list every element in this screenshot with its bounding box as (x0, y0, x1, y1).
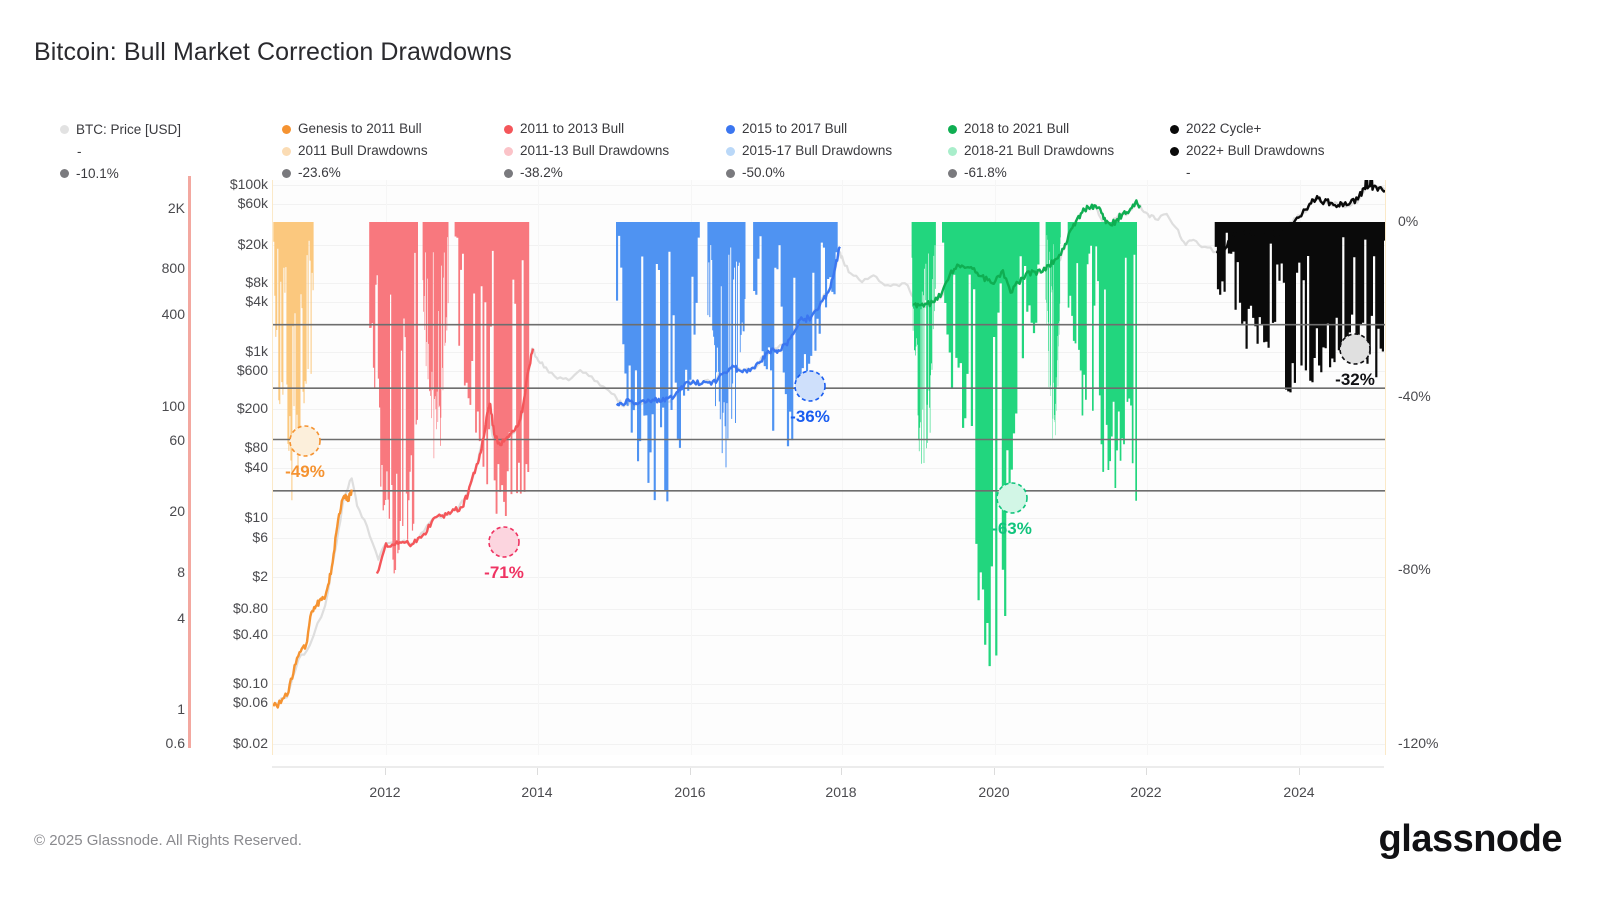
x-axis-tick-label: 2018 (825, 784, 857, 800)
legend-label-drawdown-3: 2018-21 Bull Drawdowns (964, 143, 1115, 158)
brand-logo: glassnode (1378, 818, 1563, 860)
annotation-marker-0[interactable] (289, 425, 321, 457)
x-axis-tick-label: 2020 (978, 784, 1010, 800)
annotation-label-4: -32% (1335, 370, 1375, 389)
legend-item-drawdown-1[interactable]: 2011-13 Bull Drawdowns (504, 140, 726, 162)
legend-item-bull-4[interactable]: 2022 Cycle+ (1170, 118, 1392, 140)
legend-swatch-bull-1 (504, 124, 513, 134)
annotation-marker-3[interactable] (996, 482, 1028, 514)
x-axis: 2012 2014 2016 2018 2020 2022 2024 (272, 768, 1384, 808)
x-axis-tick (1299, 768, 1300, 775)
legend-swatch-drawdown-0 (282, 146, 291, 156)
x-axis-tick (994, 768, 995, 775)
annotation-marker-4[interactable] (1339, 333, 1371, 365)
annotation-label-1: -71% (484, 563, 524, 582)
legend-swatch-bull-4 (1170, 124, 1179, 134)
drawdown-area-2011 (273, 222, 314, 501)
plot-area[interactable]: -49% -71% -36% -63% -32% (272, 180, 1386, 755)
legend-label-bull-0: Genesis to 2011 Bull (298, 121, 422, 136)
x-axis-tick (385, 768, 386, 775)
page-title: Bitcoin: Bull Market Correction Drawdown… (34, 38, 512, 66)
drawdown-area-2011-13-a (369, 222, 418, 574)
legend-item-drawdown-3[interactable]: 2018-21 Bull Drawdowns (948, 140, 1170, 162)
x-axis-tick-label: 2012 (369, 784, 401, 800)
legend-label-bull-3: 2018 to 2021 Bull (964, 121, 1070, 136)
legend-label-bull-4: 2022 Cycle+ (1186, 121, 1262, 136)
annotation-marker-2[interactable] (794, 370, 826, 402)
annotation-label-0: -49% (285, 462, 325, 481)
drawdown-area-2018-21-d (1067, 222, 1137, 501)
annotation-label-2: -36% (790, 407, 830, 426)
chart-svg: -49% -71% -36% -63% -32% (273, 180, 1385, 755)
annotation-label-3: -63% (992, 519, 1032, 538)
drawdown-area-2015-17-b (707, 222, 746, 468)
x-axis-tick-label: 2024 (1283, 784, 1315, 800)
legend-label-bull-2: 2015 to 2017 Bull (742, 121, 848, 136)
legend-swatch-bull-0 (282, 124, 291, 134)
legend-swatch-drawdown-2 (726, 146, 735, 156)
x-axis-tick-label: 2022 (1130, 784, 1162, 800)
annotation-marker-1[interactable] (488, 526, 520, 558)
legend-item-bull-0[interactable]: Genesis to 2011 Bull (282, 118, 504, 140)
drawdown-area-2018-21-a (911, 222, 936, 464)
x-axis-tick (841, 768, 842, 775)
drawdown-area-2015-17-a (616, 222, 700, 502)
legend-label-btc-price: BTC: Price [USD] (76, 121, 182, 137)
legend-item-drawdown-4[interactable]: 2022+ Bull Drawdowns (1170, 140, 1392, 162)
legend-item-bull-3[interactable]: 2018 to 2021 Bull (948, 118, 1170, 140)
legend-label-drawdown-4: 2022+ Bull Drawdowns (1186, 143, 1325, 158)
chart-card: Bitcoin: Bull Market Correction Drawdown… (0, 0, 1600, 901)
legend-item-btc-price-value: - (60, 140, 260, 162)
x-axis-tick-label: 2014 (521, 784, 553, 800)
legend-label-drawdown-0: 2011 Bull Drawdowns (298, 143, 428, 158)
legend-swatch-drawdown-4 (1170, 146, 1179, 156)
legend-item-btc-price[interactable]: BTC: Price [USD] (60, 118, 260, 140)
legend-label-drawdown-2: 2015-17 Bull Drawdowns (742, 143, 893, 158)
copyright-text: © 2025 Glassnode. All Rights Reserved. (34, 832, 302, 849)
legend-swatch-drawdown-3 (948, 146, 957, 156)
drawdown-area-2011-13-b (422, 222, 449, 459)
legend-label-drawdown-1: 2011-13 Bull Drawdowns (520, 143, 670, 158)
legend-swatch-drawdown-1 (504, 146, 513, 156)
x-axis-tick-label: 2016 (674, 784, 706, 800)
x-axis-tick (1146, 768, 1147, 775)
legend-label-bull-1: 2011 to 2013 Bull (520, 121, 625, 136)
x-axis-tick (690, 768, 691, 775)
legend-value-btc-price: - (77, 143, 82, 159)
drawdown-area-2018-21-b (942, 222, 1040, 667)
x-axis-tick (537, 768, 538, 775)
legend-swatch-bull-2 (726, 124, 735, 134)
legend-item-drawdown-2[interactable]: 2015-17 Bull Drawdowns (726, 140, 948, 162)
plot-wrapper: -49% -71% -36% -63% -32% (0, 170, 1600, 770)
drawdown-area-2011-13-c (454, 222, 530, 516)
legend-item-bull-2[interactable]: 2015 to 2017 Bull (726, 118, 948, 140)
legend-item-drawdown-0[interactable]: 2011 Bull Drawdowns (282, 140, 504, 162)
drawdown-area-2022-plus (1214, 222, 1385, 393)
legend-swatch-bull-3 (948, 124, 957, 134)
legend-item-bull-1[interactable]: 2011 to 2013 Bull (504, 118, 726, 140)
legend-swatch-btc-price (60, 124, 69, 134)
